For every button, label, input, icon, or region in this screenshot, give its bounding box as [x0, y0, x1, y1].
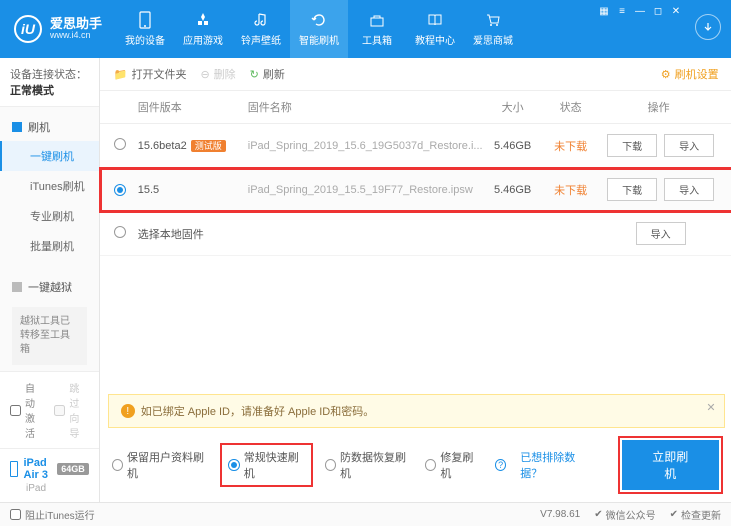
sidebar-item-batch-flash[interactable]: 批量刷机: [0, 231, 99, 261]
sidebar-item-pro-flash[interactable]: 专业刷机: [0, 201, 99, 231]
sidebar: 设备连接状态：正常模式 刷机 一键刷机 iTunes刷机 专业刷机 批量刷机 一…: [0, 58, 100, 502]
toolbox-icon: [368, 11, 386, 29]
sidebar-item-itunes-flash[interactable]: iTunes刷机: [0, 171, 99, 201]
option-repair[interactable]: 修复刷机: [425, 449, 481, 481]
storage-badge: 64GB: [57, 463, 89, 475]
nav-label: 智能刷机: [299, 32, 339, 47]
app-url: www.i4.cn: [50, 31, 102, 41]
table-header: 固件版本 固件名称 大小 状态 操作: [100, 91, 731, 124]
firmware-size: 5.46GB: [483, 140, 543, 152]
import-button[interactable]: 导入: [636, 222, 686, 245]
help-icon[interactable]: ?: [495, 459, 506, 471]
open-folder-button[interactable]: 📁打开文件夹: [114, 66, 187, 82]
import-button[interactable]: 导入: [664, 134, 714, 157]
block-itunes-checkbox[interactable]: 阻止iTunes运行: [10, 507, 95, 522]
local-firmware-label: 选择本地固件: [138, 226, 310, 242]
local-firmware-row[interactable]: 选择本地固件 导入: [100, 212, 731, 256]
nav-label: 应用游戏: [183, 32, 223, 47]
nav-my-device[interactable]: 我的设备: [116, 0, 174, 58]
cart-icon: [484, 11, 502, 29]
nav-label: 工具箱: [362, 32, 392, 47]
firmware-name: iPad_Spring_2019_15.5_19F77_Restore.ipsw: [248, 184, 483, 196]
app-name: 爱思助手: [50, 17, 102, 31]
option-keep-data[interactable]: 保留用户资料刷机: [112, 449, 209, 481]
window-min-icon[interactable]: —: [633, 4, 647, 18]
import-button[interactable]: 导入: [664, 178, 714, 201]
nav-label: 铃声壁纸: [241, 32, 281, 47]
book-icon: [426, 11, 444, 29]
firmware-size: 5.46GB: [483, 184, 543, 196]
delete-button[interactable]: ⊖删除: [200, 66, 235, 82]
sidebar-group-flash[interactable]: 刷机: [0, 113, 99, 141]
connection-status: 设备连接状态：正常模式: [0, 58, 99, 107]
nav-label: 教程中心: [415, 32, 455, 47]
nav-flash[interactable]: 智能刷机: [290, 0, 348, 58]
download-button[interactable]: 下载: [607, 134, 657, 157]
option-recovery[interactable]: 防数据恢复刷机: [325, 449, 411, 481]
refresh-button[interactable]: ↻刷新: [250, 66, 285, 82]
app-icon: [194, 11, 212, 29]
option-normal-fast[interactable]: 常规快速刷机: [222, 445, 310, 485]
window-menu-icon[interactable]: ▦: [597, 4, 611, 18]
device-name: iPad Air 3: [24, 457, 52, 481]
refresh-icon: [310, 11, 328, 29]
logo-icon: iU: [14, 15, 42, 43]
beta-tag: 测试版: [191, 140, 226, 152]
gear-icon: ⚙: [661, 68, 671, 81]
refresh-icon: ↻: [250, 68, 259, 81]
firmware-row-selected[interactable]: 15.5 iPad_Spring_2019_15.5_19F77_Restore…: [100, 168, 731, 212]
firmware-row[interactable]: 15.6beta2 测试版 iPad_Spring_2019_15.6_19G50…: [100, 124, 731, 168]
check-update-link[interactable]: ✔检查更新: [670, 507, 721, 522]
row-radio[interactable]: [114, 138, 126, 150]
flash-now-button[interactable]: 立即刷机: [622, 440, 719, 490]
firmware-status: 未下载: [543, 182, 599, 198]
firmware-name: iPad_Spring_2019_15.6_19G5037d_Restore.i…: [248, 140, 483, 152]
update-icon: ✔: [670, 509, 678, 520]
close-icon[interactable]: ✕: [706, 401, 715, 414]
firmware-status: 未下载: [543, 138, 599, 154]
delete-icon: ⊖: [200, 68, 209, 81]
window-close-icon[interactable]: ✕: [669, 4, 683, 18]
music-icon: [252, 11, 270, 29]
jailbreak-moved-note: 越狱工具已转移至工具箱: [12, 307, 87, 365]
nav-ringtones[interactable]: 铃声壁纸: [232, 0, 290, 58]
row-radio[interactable]: [114, 184, 126, 196]
download-manager-icon[interactable]: [695, 14, 721, 40]
nav-apps[interactable]: 应用游戏: [174, 0, 232, 58]
row-radio[interactable]: [114, 226, 126, 238]
nav-store[interactable]: 爱思商城: [464, 0, 522, 58]
flash-settings-button[interactable]: ⚙刷机设置: [661, 66, 719, 82]
skip-guide-checkbox[interactable]: 跳过向导: [54, 380, 88, 440]
version-label: V7.98.61: [540, 509, 580, 520]
folder-icon: 📁: [114, 68, 128, 81]
top-nav: 我的设备 应用游戏 铃声壁纸 智能刷机 工具箱 教程中心 爱思商城: [116, 0, 589, 58]
device-card[interactable]: iPad Air 3 64GB iPad: [0, 448, 99, 502]
nav-tutorials[interactable]: 教程中心: [406, 0, 464, 58]
wechat-link[interactable]: ✔微信公众号: [594, 507, 655, 522]
nav-label: 爱思商城: [473, 32, 513, 47]
exclude-data-link[interactable]: 已想排除数据？: [520, 449, 592, 481]
firmware-version: 15.5: [138, 184, 159, 196]
window-skin-icon[interactable]: ≡: [615, 4, 629, 18]
phone-icon: [136, 11, 154, 29]
app-logo: iU 爱思助手 www.i4.cn: [0, 0, 116, 58]
wechat-icon: ✔: [594, 509, 602, 520]
download-button[interactable]: 下载: [607, 178, 657, 201]
window-max-icon[interactable]: ◻: [651, 4, 665, 18]
sidebar-group-jailbreak[interactable]: 一键越狱: [0, 273, 99, 301]
apple-id-notice: ! 如已绑定 Apple ID，请准备好 Apple ID和密码。 ✕: [108, 394, 725, 428]
sidebar-item-oneclick-flash[interactable]: 一键刷机: [0, 141, 99, 171]
info-icon: !: [121, 404, 135, 418]
device-type: iPad: [26, 483, 89, 494]
nav-label: 我的设备: [125, 32, 165, 47]
auto-activate-checkbox[interactable]: 自动激活: [10, 380, 44, 440]
nav-toolbox[interactable]: 工具箱: [348, 0, 406, 58]
firmware-version: 15.6beta2: [138, 140, 187, 152]
